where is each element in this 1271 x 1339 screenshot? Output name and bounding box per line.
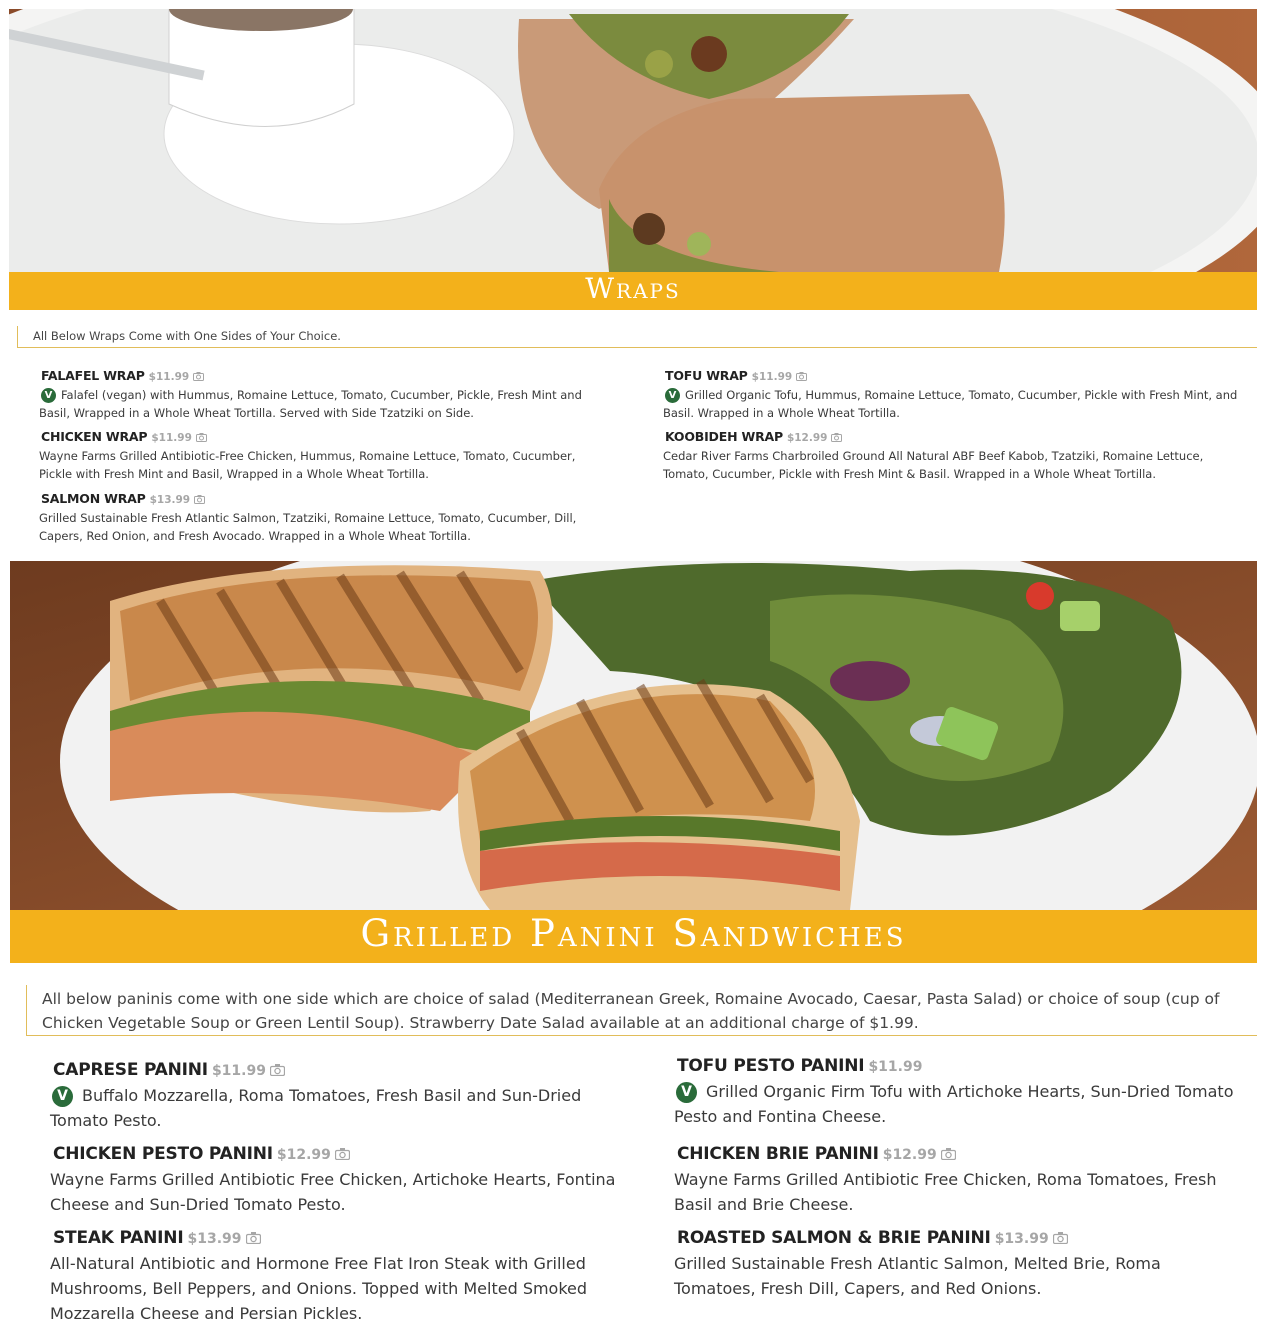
item-name: Salmon Wrap xyxy=(41,491,146,506)
item-description: Grilled Organic Firm Tofu with Artichoke… xyxy=(674,1082,1234,1126)
panini-photo xyxy=(10,561,1257,910)
item-price: $12.99 xyxy=(882,1147,937,1163)
item-description: Buffalo Mozzarella, Roma Tomatoes, Fresh… xyxy=(50,1086,582,1130)
item-price: $11.99 xyxy=(751,371,793,383)
panini-title: Grilled Panini Sandwiches xyxy=(10,910,1257,963)
item-price: $11.99 xyxy=(148,371,190,383)
camera-icon[interactable] xyxy=(831,427,843,446)
item-description: Falafel (vegan) with Hummus, Romaine Let… xyxy=(39,388,582,420)
item-name: Chicken Wrap xyxy=(41,429,148,444)
item-description: Grilled Sustainable Fresh Atlantic Salmo… xyxy=(39,511,577,543)
item-description: Grilled Organic Tofu, Hummus, Romaine Le… xyxy=(663,388,1238,420)
menu-item-chicken-brie-panini[interactable]: Chicken Brie Panini $12.99 Wayne Farms Gr… xyxy=(674,1144,1244,1217)
menu-item-roasted-salmon-brie-panini[interactable]: Roasted Salmon & Brie Panini $13.99 Grill… xyxy=(674,1228,1244,1301)
menu-item-steak-panini[interactable]: Steak Panini $13.99 All-Natural Antibioti… xyxy=(50,1228,630,1326)
camera-icon[interactable] xyxy=(194,489,206,508)
wraps-photo xyxy=(9,9,1257,272)
item-price: $12.99 xyxy=(276,1147,331,1163)
menu-item-tofu-pesto-panini[interactable]: Tofu Pesto Panini $11.99 V Grilled Organic… xyxy=(674,1056,1244,1129)
item-name: Steak Panini xyxy=(53,1228,184,1248)
menu-item-koobideh-wrap[interactable]: Koobideh Wrap $12.99 Cedar River Farms Ch… xyxy=(663,426,1243,483)
item-name: Tofu Pesto Panini xyxy=(677,1056,865,1076)
wraps-intro: All Below Wraps Come with One Sides of Y… xyxy=(17,326,1257,348)
vegan-badge-icon: V xyxy=(676,1082,697,1103)
menu-item-tofu-wrap[interactable]: Tofu Wrap $11.99 V Grilled Organic Tofu, H… xyxy=(663,365,1243,422)
item-description: Grilled Sustainable Fresh Atlantic Salmo… xyxy=(674,1254,1161,1298)
item-name: Roasted Salmon & Brie Panini xyxy=(677,1228,991,1248)
vegan-badge-icon: V xyxy=(52,1086,73,1107)
item-description: Wayne Farms Grilled Antibiotic Free Chic… xyxy=(674,1170,1217,1214)
menu-item-caprese-panini[interactable]: Caprese Panini $11.99 V Buffalo Mozzarella… xyxy=(50,1060,630,1133)
item-name: Falafel Wrap xyxy=(41,368,145,383)
camera-icon[interactable] xyxy=(940,1145,956,1164)
item-price: $13.99 xyxy=(994,1231,1049,1247)
camera-icon[interactable] xyxy=(334,1145,351,1164)
menu-item-salmon-wrap[interactable]: Salmon Wrap $13.99 Grilled Sustainable Fr… xyxy=(39,488,609,545)
camera-icon[interactable] xyxy=(245,1229,261,1248)
vegan-badge-icon: V xyxy=(41,388,56,403)
item-description: All-Natural Antibiotic and Hormone Free … xyxy=(50,1254,588,1323)
item-description: Wayne Farms Grilled Antibiotic-Free Chic… xyxy=(39,449,576,481)
item-price: $11.99 xyxy=(151,432,192,444)
camera-icon[interactable] xyxy=(1052,1229,1068,1248)
item-name: Chicken Pesto Panini xyxy=(53,1144,273,1164)
camera-icon[interactable] xyxy=(796,366,808,385)
menu-item-chicken-pesto-panini[interactable]: Chicken Pesto Panini $12.99 Wayne Farms G… xyxy=(50,1144,630,1217)
item-name: Koobideh Wrap xyxy=(665,429,783,444)
item-name: Tofu Wrap xyxy=(665,368,748,383)
camera-icon[interactable] xyxy=(193,366,205,385)
menu-item-chicken-wrap[interactable]: Chicken Wrap $11.99 Wayne Farms Grilled A… xyxy=(39,426,609,483)
item-price: $11.99 xyxy=(868,1059,923,1075)
wraps-title: Wraps xyxy=(9,272,1257,310)
item-price: $11.99 xyxy=(211,1063,266,1079)
panini-intro: All below paninis come with one side whi… xyxy=(26,985,1257,1036)
item-price: $13.99 xyxy=(187,1231,242,1247)
menu-item-falafel-wrap[interactable]: Falafel Wrap $11.99 V Falafel (vegan) with… xyxy=(39,365,609,422)
item-price: $12.99 xyxy=(786,432,828,444)
vegan-badge-icon: V xyxy=(665,388,680,403)
item-price: $13.99 xyxy=(149,494,191,506)
item-name: Chicken Brie Panini xyxy=(677,1144,879,1164)
camera-icon[interactable] xyxy=(269,1061,286,1080)
item-description: Cedar River Farms Charbroiled Ground All… xyxy=(663,449,1204,481)
item-description: Wayne Farms Grilled Antibiotic Free Chic… xyxy=(50,1170,616,1214)
item-name: Caprese Panini xyxy=(53,1060,208,1080)
camera-icon[interactable] xyxy=(195,427,207,446)
